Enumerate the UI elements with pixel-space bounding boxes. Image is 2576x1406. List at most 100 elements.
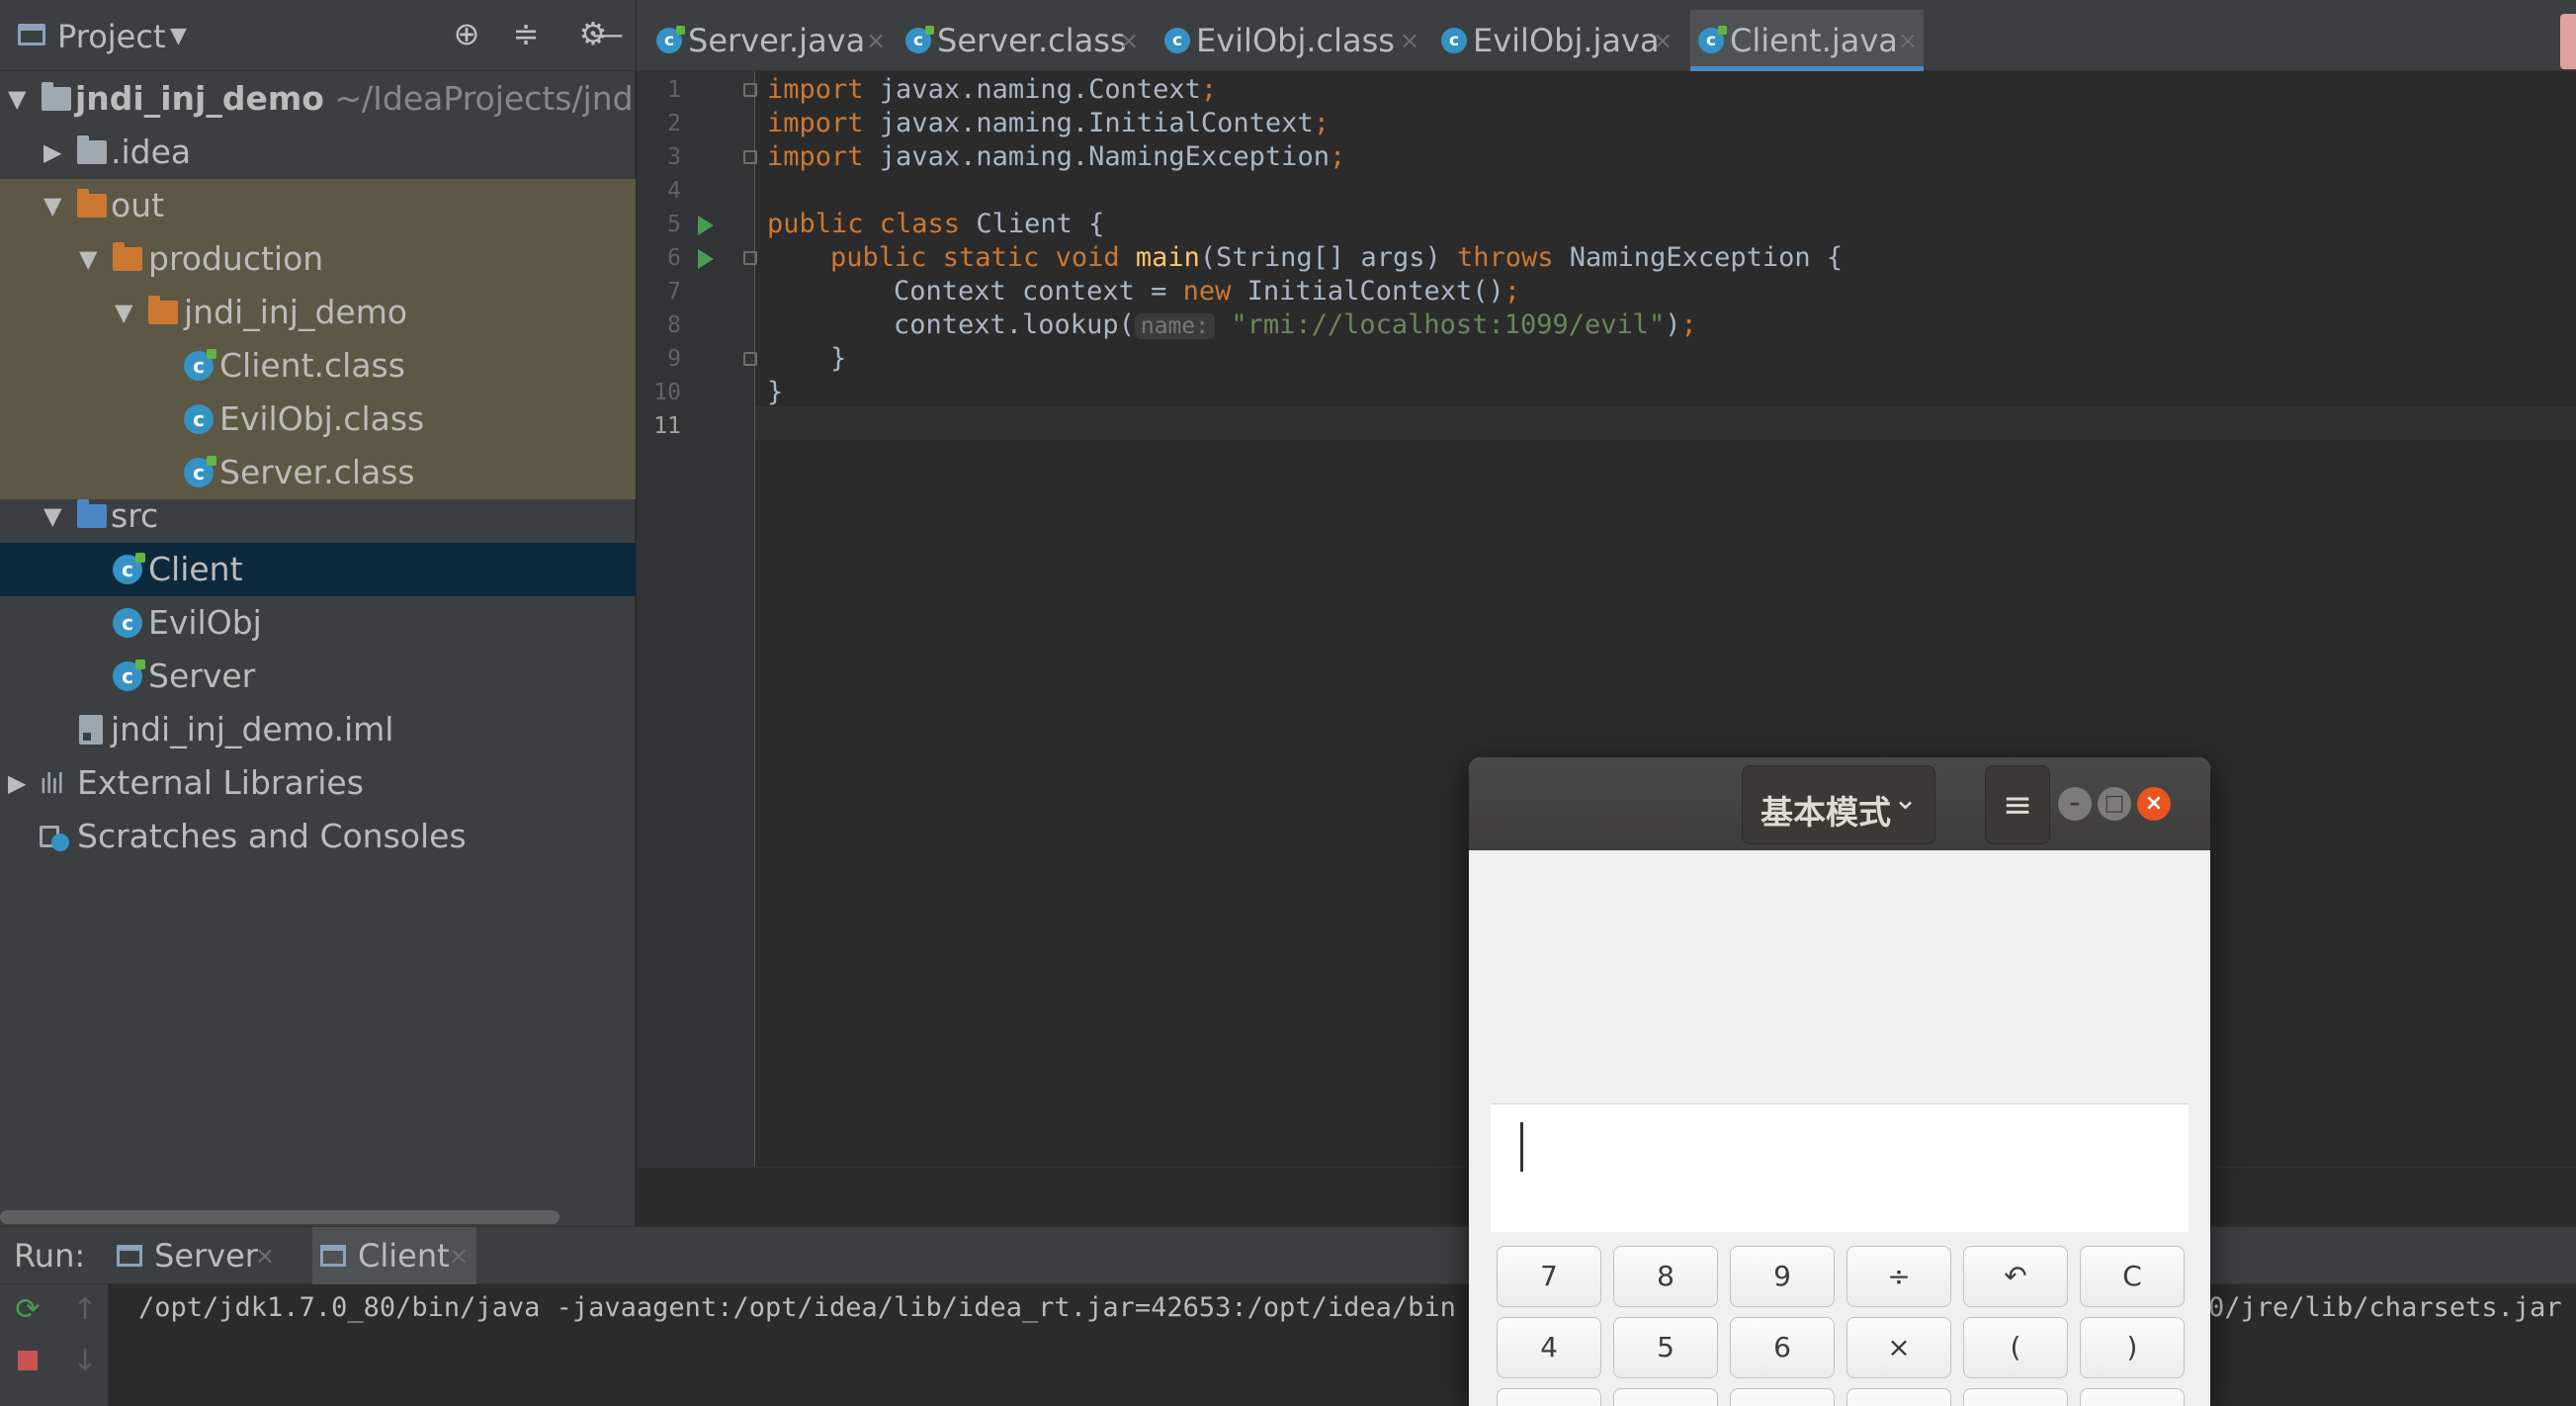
- class-file-icon: c: [184, 456, 216, 487]
- collapse-all-icon[interactable]: ≑: [506, 14, 546, 53]
- close-icon[interactable]: ×: [1119, 10, 1139, 71]
- run-class-icon[interactable]: [698, 216, 714, 235]
- tree-item-label: Server: [148, 657, 256, 695]
- tree-item-scratches[interactable]: Scratches and Consoles: [0, 810, 636, 863]
- key-undo[interactable]: ↶: [1963, 1246, 2068, 1307]
- tree-item-evilobj-class[interactable]: c EvilObj.class: [0, 393, 636, 446]
- tree-item-out[interactable]: ▼ out: [0, 179, 636, 232]
- hamburger-menu-icon[interactable]: ≡: [1985, 765, 2050, 844]
- tab-server-java[interactable]: c Server.java ×: [648, 10, 890, 71]
- key-4[interactable]: 4: [1497, 1317, 1601, 1378]
- project-view-selector[interactable]: Project: [57, 18, 165, 55]
- rerun-icon[interactable]: ⟳: [8, 1290, 47, 1330]
- fold-marker-icon[interactable]: [743, 352, 757, 366]
- excluded-folder-icon: [148, 296, 178, 324]
- collapsed-arrow-icon[interactable]: ▶: [43, 126, 61, 179]
- close-icon[interactable]: ×: [1653, 10, 1673, 71]
- tree-item-client-class[interactable]: c Client.class: [0, 339, 636, 393]
- key-partial[interactable]: [1963, 1388, 2068, 1406]
- tree-item-src[interactable]: ▼ src: [0, 489, 636, 543]
- close-icon[interactable]: ×: [1400, 10, 1419, 71]
- key-multiply[interactable]: ×: [1846, 1317, 1951, 1378]
- scratches-icon: [40, 822, 69, 851]
- expand-arrow-icon[interactable]: ▼: [43, 489, 61, 543]
- class-file-icon: c: [184, 349, 216, 381]
- code-line-8: context.lookup(name: "rmi://localhost:10…: [894, 308, 1697, 342]
- key-open-paren[interactable]: (: [1963, 1317, 2068, 1378]
- close-icon[interactable]: ×: [1898, 10, 1918, 71]
- key-divide[interactable]: ÷: [1846, 1246, 1951, 1307]
- tab-evilobj-java[interactable]: c EvilObj.java ×: [1433, 10, 1680, 71]
- expand-arrow-icon[interactable]: ▼: [115, 286, 132, 339]
- locate-icon[interactable]: ⊕: [447, 14, 486, 53]
- java-class-icon: c: [113, 659, 145, 691]
- fold-marker-icon[interactable]: [743, 150, 757, 164]
- key-partial[interactable]: [2080, 1388, 2185, 1406]
- parameter-hint: name:: [1134, 313, 1216, 339]
- tab-evilobj-class[interactable]: c EvilObj.class ×: [1157, 10, 1423, 71]
- tree-item-external-libraries[interactable]: ▶ ılıl External Libraries: [0, 756, 636, 810]
- scroll-up-icon[interactable]: ↑: [65, 1290, 105, 1330]
- tree-item-jndi-inj-demo-output[interactable]: ▼ jndi_inj_demo: [0, 286, 636, 339]
- tree-item-project-root[interactable]: ▼ jndi_inj_demo ~/IdeaProjects/jndi_inj_: [0, 72, 636, 126]
- key-6[interactable]: 6: [1730, 1317, 1835, 1378]
- run-tab-client[interactable]: Client ×: [312, 1227, 476, 1284]
- tab-client-java[interactable]: c Client.java ×: [1690, 10, 1924, 71]
- minimize-icon[interactable]: –: [2058, 787, 2092, 821]
- maximize-icon[interactable]: □: [2098, 787, 2131, 821]
- run-tab-server[interactable]: Server ×: [117, 1227, 283, 1284]
- tree-item-idea[interactable]: ▶ .idea: [0, 126, 636, 179]
- close-icon[interactable]: ×: [449, 1227, 469, 1284]
- expand-arrow-icon[interactable]: ▼: [79, 232, 97, 286]
- tab-server-class[interactable]: c Server.class ×: [898, 10, 1145, 71]
- close-icon[interactable]: ×: [2137, 787, 2171, 821]
- calculator-input-field[interactable]: [1491, 1103, 2189, 1232]
- close-icon[interactable]: ×: [255, 1227, 275, 1284]
- tree-item-label: jndi_inj_demo: [75, 79, 324, 118]
- expand-arrow-icon[interactable]: ▼: [43, 179, 61, 232]
- key-partial[interactable]: [1846, 1388, 1951, 1406]
- key-8[interactable]: 8: [1613, 1246, 1718, 1307]
- semicolon: ;: [1313, 108, 1330, 138]
- key-partial[interactable]: [1497, 1388, 1601, 1406]
- key-partial[interactable]: [1613, 1388, 1718, 1406]
- tree-item-label: jndi_inj_demo: [184, 293, 408, 331]
- run-main-icon[interactable]: [698, 249, 714, 269]
- tree-item-server[interactable]: c Server: [0, 650, 636, 703]
- key-9[interactable]: 9: [1730, 1246, 1835, 1307]
- key-close-paren[interactable]: ): [2080, 1317, 2185, 1378]
- tree-item-client[interactable]: c Client: [0, 543, 636, 596]
- hide-panel-icon[interactable]: —: [588, 14, 628, 53]
- line-number: 6: [667, 245, 681, 271]
- key-7[interactable]: 7: [1497, 1246, 1601, 1307]
- mode-selector-button[interactable]: 基本模式 ⌄: [1742, 765, 1935, 844]
- chevron-down-icon[interactable]: ▼: [170, 24, 187, 48]
- tree-item-evilobj[interactable]: c EvilObj: [0, 596, 636, 650]
- key-partial[interactable]: [1730, 1388, 1835, 1406]
- calculator-titlebar[interactable]: 基本模式 ⌄ ≡ – □ ×: [1469, 757, 2210, 850]
- tree-item-label: Client: [148, 550, 243, 588]
- close-icon[interactable]: ×: [866, 10, 886, 71]
- tree-item-label: production: [148, 239, 324, 278]
- code-line-7: Context context = new InitialContext();: [894, 275, 1520, 308]
- collapsed-arrow-icon[interactable]: ▶: [8, 756, 26, 810]
- tree-item-iml[interactable]: jndi_inj_demo.iml: [0, 703, 636, 756]
- key-clear[interactable]: C: [2080, 1246, 2185, 1307]
- key-5[interactable]: 5: [1613, 1317, 1718, 1378]
- fold-marker-icon[interactable]: [743, 251, 757, 265]
- scroll-down-icon[interactable]: ↓: [65, 1342, 105, 1381]
- error-stripe-marker[interactable]: [2560, 14, 2576, 69]
- stop-icon[interactable]: [8, 1342, 47, 1381]
- mode-label: 基本模式: [1760, 793, 1891, 832]
- code-text: javax.naming.NamingException: [863, 141, 1330, 172]
- tab-label: EvilObj.class: [1196, 22, 1395, 59]
- fold-marker-icon[interactable]: [743, 83, 757, 97]
- console-output[interactable]: /opt/jdk1.7.0_80/bin/java -javaagent:/op…: [138, 1292, 1488, 1323]
- code-line-5: public class Client {: [767, 208, 1104, 241]
- code-line-9: }: [830, 343, 847, 374]
- tree-item-production[interactable]: ▼ production: [0, 232, 636, 286]
- code-text: (String[] args): [1199, 242, 1457, 273]
- class-file-icon: c: [905, 26, 934, 53]
- expand-arrow-icon[interactable]: ▼: [8, 72, 26, 126]
- horizontal-scrollbar[interactable]: [0, 1210, 559, 1224]
